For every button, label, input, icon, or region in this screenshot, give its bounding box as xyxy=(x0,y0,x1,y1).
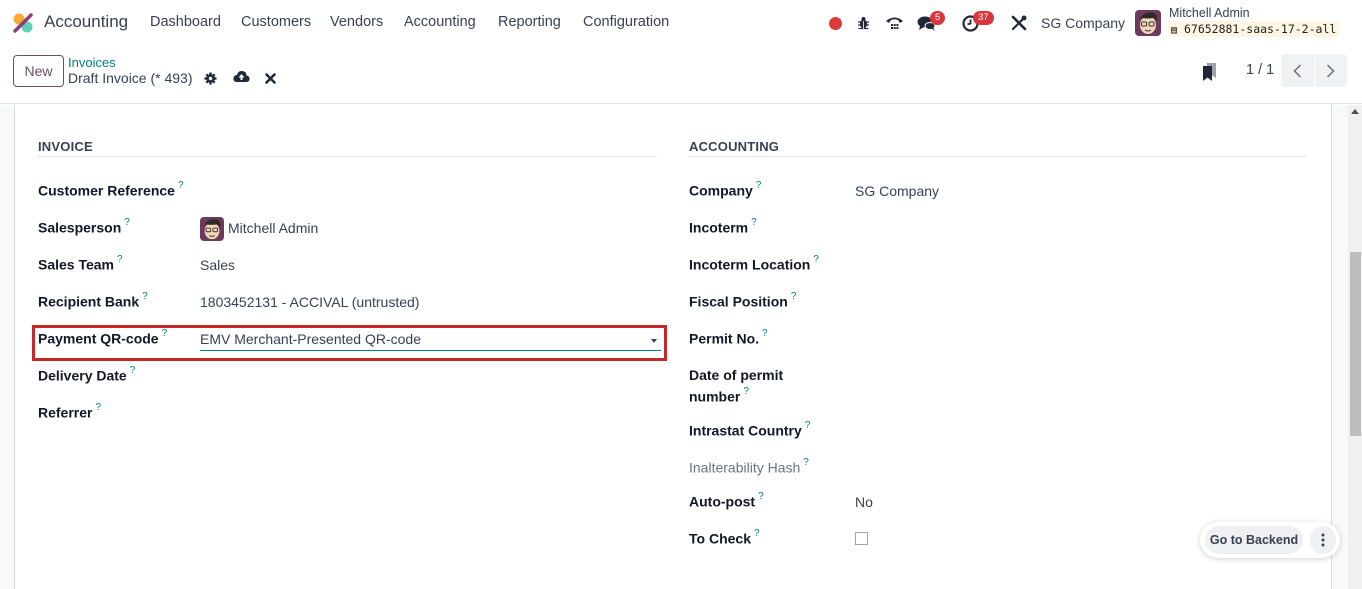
scroll-thumb[interactable] xyxy=(1350,252,1361,436)
help-icon[interactable]: ? xyxy=(754,528,760,539)
label-auto-post: Auto-post? xyxy=(689,491,764,510)
help-icon[interactable]: ? xyxy=(813,254,819,265)
record-dot-icon[interactable] xyxy=(829,17,842,30)
app-logo-icon[interactable] xyxy=(12,12,34,34)
help-icon[interactable]: ? xyxy=(124,217,130,228)
label-payment-qr-code: Payment QR-code? xyxy=(38,328,168,347)
help-icon[interactable]: ? xyxy=(178,180,184,191)
top-navbar: Accounting Dashboard Customers Vendors A… xyxy=(0,0,1362,46)
pager-buttons xyxy=(1281,54,1347,87)
help-icon[interactable]: ? xyxy=(162,328,168,339)
invoice-section-divider xyxy=(38,156,657,157)
label-date-of-permit: Date of permit xyxy=(689,367,784,383)
help-icon[interactable]: ? xyxy=(142,291,148,302)
record-title: Draft Invoice (* 493) xyxy=(68,70,193,86)
help-icon[interactable]: ? xyxy=(758,491,764,502)
activity-badge: 37 xyxy=(973,11,994,25)
invoice-section-title: INVOICE xyxy=(38,139,93,154)
label-referrer: Referrer? xyxy=(38,402,102,421)
go-to-backend-button[interactable]: Go to Backend xyxy=(1205,526,1303,554)
label-date-of-permit-line2: number? xyxy=(689,386,749,405)
help-icon[interactable]: ? xyxy=(743,386,749,397)
help-icon[interactable]: ? xyxy=(756,180,762,191)
auto-post-value[interactable]: No xyxy=(855,494,873,510)
pager-previous-button[interactable] xyxy=(1281,54,1314,87)
menu-customers[interactable]: Customers xyxy=(241,14,311,30)
label-customer-reference: Customer Reference? xyxy=(38,180,184,199)
label-recipient-bank: Recipient Bank? xyxy=(38,291,148,310)
label-incoterm: Incoterm? xyxy=(689,217,757,236)
accounting-section-title: ACCOUNTING xyxy=(689,139,780,154)
recipient-bank-value[interactable]: 1803452131 - ACCIVAL (untrusted) xyxy=(200,294,419,310)
menu-vendors[interactable]: Vendors xyxy=(330,14,383,30)
user-avatar[interactable] xyxy=(1135,10,1161,36)
phone-icon[interactable] xyxy=(884,14,904,32)
label-delivery-date: Delivery Date? xyxy=(38,365,136,384)
menu-reporting[interactable]: Reporting xyxy=(498,14,561,30)
sales-team-value[interactable]: Sales xyxy=(200,257,235,273)
vertical-scrollbar[interactable] xyxy=(1348,105,1362,589)
accounting-section-divider xyxy=(689,156,1307,157)
help-icon[interactable]: ? xyxy=(95,402,101,413)
payment-qr-code-select[interactable]: EMV Merchant-Presented QR-code xyxy=(200,330,661,351)
label-company: Company? xyxy=(689,180,762,199)
bug-icon[interactable] xyxy=(856,15,870,31)
breadcrumb-invoices[interactable]: Invoices xyxy=(68,55,116,70)
scroll-up-arrow-icon[interactable] xyxy=(1351,109,1359,114)
cloud-upload-icon[interactable] xyxy=(233,69,250,83)
payment-qr-code-value: EMV Merchant-Presented QR-code xyxy=(200,331,421,347)
salesperson-value[interactable]: Mitchell Admin xyxy=(228,220,318,236)
help-icon[interactable]: ? xyxy=(805,420,811,431)
label-intrastat-country: Intrastat Country? xyxy=(689,420,811,439)
to-check-checkbox[interactable] xyxy=(855,532,868,545)
help-icon[interactable]: ? xyxy=(117,254,123,265)
new-button[interactable]: New xyxy=(13,55,64,87)
chevron-right-icon xyxy=(1327,63,1335,78)
label-to-check: To Check? xyxy=(689,528,760,547)
floating-toolbar: Go to Backend xyxy=(1200,522,1340,558)
help-icon[interactable]: ? xyxy=(791,291,797,302)
company-value[interactable]: SG Company xyxy=(855,183,939,199)
pager-next-button[interactable] xyxy=(1313,54,1348,87)
user-name[interactable]: Mitchell Admin xyxy=(1169,6,1250,20)
menu-dashboard[interactable]: Dashboard xyxy=(150,14,221,30)
gear-icon[interactable] xyxy=(203,71,217,85)
tools-icon[interactable] xyxy=(1010,14,1028,32)
menu-configuration[interactable]: Configuration xyxy=(583,14,669,30)
control-panel: New Invoices Draft Invoice (* 493) 1 / 1 xyxy=(0,46,1362,104)
menu-accounting[interactable]: Accounting xyxy=(404,14,476,30)
bookmark-icon[interactable] xyxy=(1201,62,1219,82)
database-icon: ▤ xyxy=(1171,25,1178,36)
vertical-dots-icon xyxy=(1321,533,1325,547)
help-icon[interactable]: ? xyxy=(751,217,757,228)
label-salesperson: Salesperson? xyxy=(38,217,130,236)
app-name[interactable]: Accounting xyxy=(44,12,128,32)
help-icon[interactable]: ? xyxy=(762,328,768,339)
help-icon[interactable]: ? xyxy=(130,365,136,376)
label-incoterm-location: Incoterm Location? xyxy=(689,254,819,273)
company-switcher[interactable]: SG Company xyxy=(1041,15,1125,31)
label-inalterability-hash: Inalterability Hash? xyxy=(689,457,809,476)
label-sales-team: Sales Team? xyxy=(38,254,123,273)
salesperson-avatar xyxy=(200,217,224,241)
label-fiscal-position: Fiscal Position? xyxy=(689,291,797,310)
chevron-left-icon xyxy=(1293,63,1301,78)
chat-badge: 5 xyxy=(930,11,946,25)
help-icon[interactable]: ? xyxy=(803,457,809,468)
caret-down-icon xyxy=(651,339,657,343)
label-permit-no: Permit No.? xyxy=(689,328,768,347)
discard-icon[interactable] xyxy=(263,71,277,85)
pager-value[interactable]: 1 / 1 xyxy=(1246,62,1274,78)
more-options-button[interactable] xyxy=(1310,526,1336,554)
database-name: ▤ 67652881-saas-17-2-all xyxy=(1168,21,1340,37)
